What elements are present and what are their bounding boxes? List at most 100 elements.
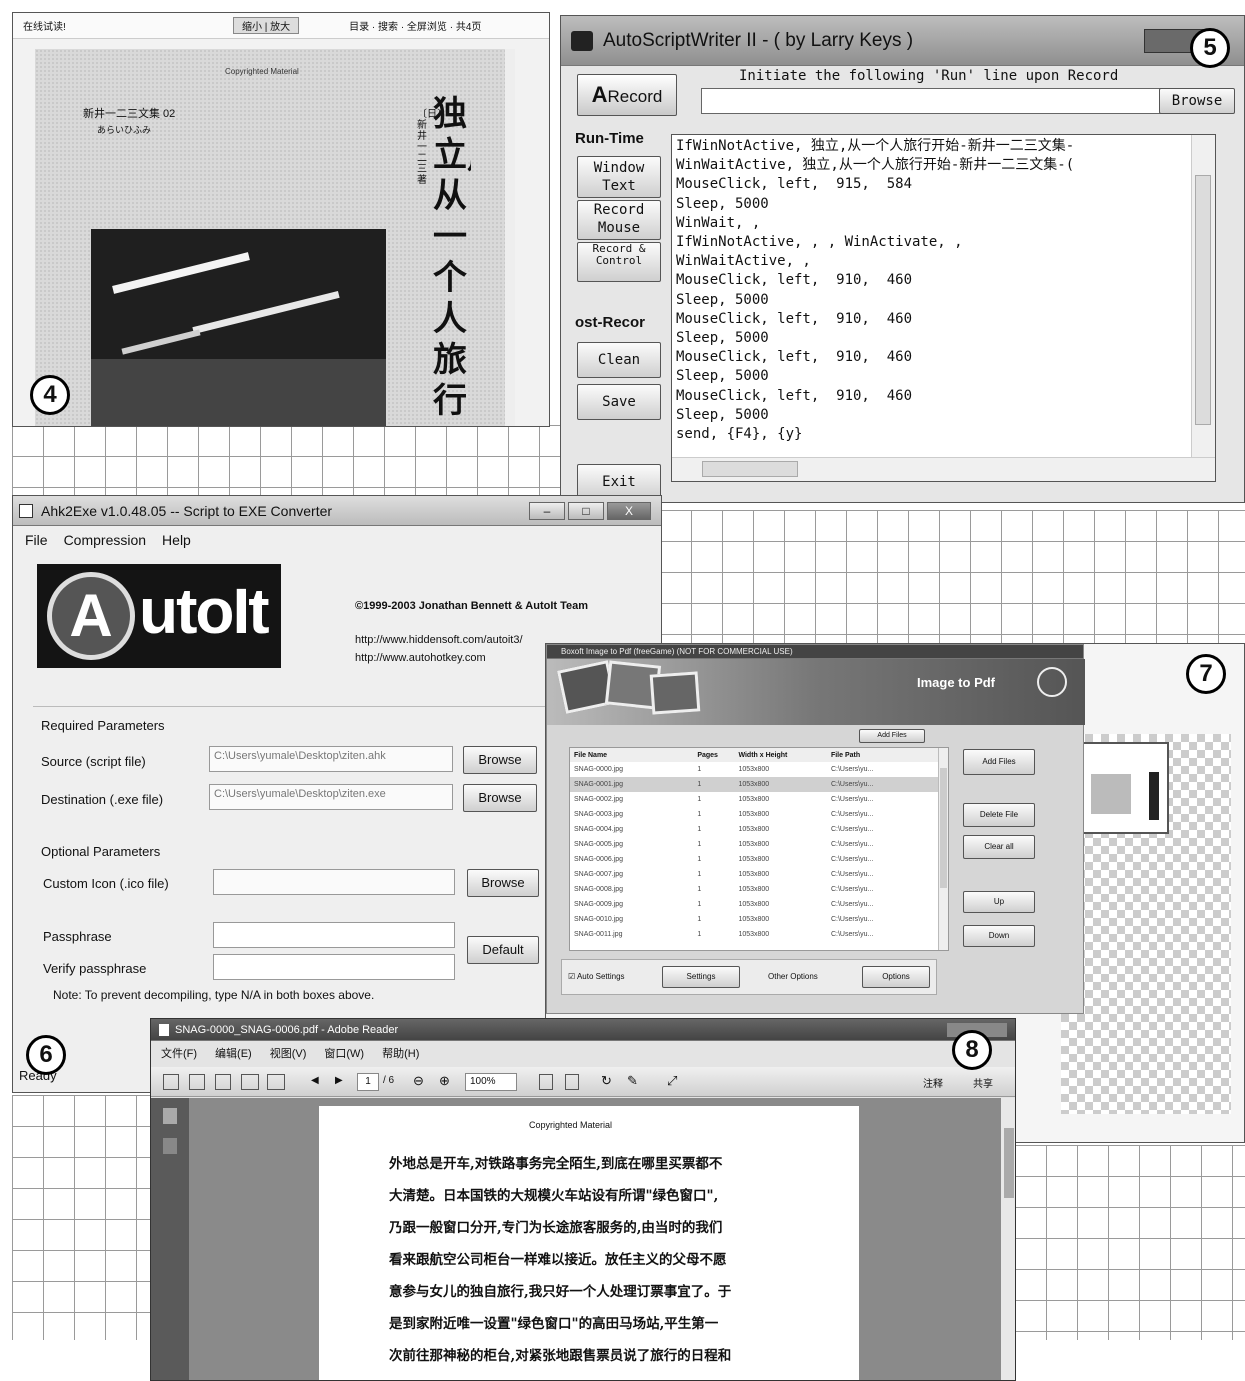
settings-button[interactable]: Settings [662,966,740,988]
book-reader-window: 在线试读! 缩小 | 放大 目录 · 搜索 · 全屏浏览 · 共4页 Copyr… [12,12,550,427]
file-list-scrollbar[interactable] [938,748,948,950]
reader-nav-links[interactable]: 目录 · 搜索 · 全屏浏览 · 共4页 [349,18,481,33]
table-row[interactable]: SNAG-0000.jpg 1 1053x800 C:\Users\yu... [570,762,940,777]
menu-file[interactable]: 文件(F) [161,1045,197,1061]
window-text-button[interactable]: Window Text [577,156,661,198]
auto-settings-checkbox[interactable]: ☑ Auto Settings [568,972,625,981]
pages-panel-icon[interactable] [163,1108,177,1124]
table-row[interactable]: SNAG-0001.jpg 1 1053x800 C:\Users\yu... [570,777,940,792]
column-header[interactable]: Pages [693,748,734,762]
add-files-button[interactable]: Add Files [963,749,1035,775]
prev-page-icon[interactable]: ◀ [311,1075,319,1086]
script-editor[interactable]: IfWinNotActive, 独立,从一个人旅行开始-新井一二三文集- WinW… [671,134,1216,482]
record-mouse-button[interactable]: Record Mouse [577,200,661,240]
column-header[interactable]: File Name [570,748,693,762]
zoom-controls[interactable]: 缩小 | 放大 [233,17,300,34]
hscroll-thumb[interactable] [702,461,798,477]
reader-titlebar[interactable]: SNAG-0000_SNAG-0006.pdf - Adobe Reader [151,1019,1015,1041]
menu-window[interactable]: 窗口(W) [324,1045,364,1061]
menu-file[interactable]: File [25,532,48,548]
clean-button[interactable]: Clean [577,342,661,378]
custom-icon-label: Custom Icon (.ico file) [43,876,169,891]
file-list[interactable]: File Name Pages Width x Height File Path SN… [569,747,949,951]
scroll-thumb[interactable] [1195,175,1211,425]
link-hiddensoft[interactable]: http://www.hiddensoft.com/autoit3/ [355,634,523,646]
delete-file-button[interactable]: Delete File [963,803,1035,827]
table-cell: 1053x800 [738,796,770,803]
table-row[interactable]: SNAG-0009.jpg 1 1053x800 C:\Users\yu... [570,897,940,912]
fit-width-icon[interactable] [565,1074,579,1090]
document-scroll-thumb[interactable] [1004,1128,1014,1198]
down-button[interactable]: Down [963,925,1035,947]
script-line: MouseClick, left, 910, 460 [676,272,913,289]
next-page-icon[interactable]: ▶ [335,1075,343,1086]
table-row[interactable]: SNAG-0004.jpg 1 1053x800 C:\Users\yu... [570,822,940,837]
menu-help[interactable]: Help [162,532,191,548]
source-field[interactable]: C:\Users\yumale\Desktop\ziten.ahk [209,746,453,772]
open-icon[interactable] [189,1074,205,1090]
destination-browse-button[interactable]: Browse [463,784,537,812]
menu-help[interactable]: 帮助(H) [382,1045,419,1061]
record-button[interactable]: ARecord [577,74,677,116]
image-pdf-titlebar[interactable]: Boxoft Image to Pdf (freeGame) (NOT FOR … [547,645,1083,659]
save-icon[interactable] [215,1074,231,1090]
clear-all-button[interactable]: Clear all [963,835,1035,859]
side-nav-bar[interactable] [505,49,515,426]
column-header[interactable]: Width x Height [734,748,827,762]
vertical-scrollbar[interactable] [1191,135,1215,457]
page-number-input[interactable]: 1 [357,1073,379,1091]
verify-passphrase-field[interactable] [213,954,455,980]
zoom-out-icon[interactable]: ⊖ [413,1073,424,1089]
menu-bar: File Compression Help [13,528,191,552]
zoom-select[interactable]: 100% [465,1073,517,1091]
create-icon[interactable] [163,1074,179,1090]
email-icon[interactable] [267,1074,285,1090]
comment-icon[interactable]: ✎ [627,1073,638,1089]
browse-button[interactable]: Browse [1159,88,1235,114]
print-icon[interactable] [241,1074,259,1090]
menu-edit[interactable]: 编辑(E) [215,1045,252,1061]
table-row[interactable]: SNAG-0010.jpg 1 1053x800 C:\Users\yu... [570,912,940,927]
maximize-icon[interactable]: □ [568,501,604,520]
page-thumbnail[interactable] [1069,742,1169,834]
table-row[interactable]: SNAG-0003.jpg 1 1053x800 C:\Users\yu... [570,807,940,822]
minimize-icon[interactable]: – [529,501,565,520]
menu-compression[interactable]: Compression [64,532,146,548]
optional-params-heading: Optional Parameters [41,844,161,859]
asw-titlebar[interactable]: AutoScriptWriter II - ( by Larry Keys ) [561,16,1244,66]
custom-icon-field[interactable] [213,869,455,895]
save-button[interactable]: Save [577,384,661,420]
rotate-icon[interactable]: ↻ [601,1073,612,1089]
link-autohotkey[interactable]: http://www.autohotkey.com [355,652,486,664]
close-icon[interactable]: X [607,501,651,520]
source-browse-button[interactable]: Browse [463,746,537,774]
default-button[interactable]: Default [467,936,539,964]
record-control-button[interactable]: Record & Control [577,242,661,282]
table-row[interactable]: SNAG-0008.jpg 1 1053x800 C:\Users\yu... [570,882,940,897]
icon-browse-button[interactable]: Browse [467,869,539,897]
destination-field[interactable]: C:\Users\yumale\Desktop\ziten.exe [209,784,453,810]
horizontal-scrollbar[interactable] [672,457,1215,481]
fit-page-icon[interactable] [539,1074,553,1090]
table-row[interactable]: SNAG-0006.jpg 1 1053x800 C:\Users\yu... [570,852,940,867]
add-files-top-button[interactable]: Add Files [859,729,925,743]
attachments-icon[interactable] [163,1138,177,1154]
zoom-in-icon[interactable]: ⊕ [439,1073,450,1089]
table-row[interactable]: SNAG-0011.jpg 1 1053x800 C:\Users\yu... [570,927,940,942]
document-scrollbar[interactable] [1001,1098,1015,1380]
ahk2exe-titlebar[interactable]: Ahk2Exe v1.0.48.05 -- Script to EXE Conv… [13,496,661,526]
column-header[interactable]: File Path [827,748,940,762]
table-cell: SNAG-0007.jpg [574,871,624,878]
passphrase-field[interactable] [213,922,455,948]
expand-icon[interactable]: ⤢ [667,1073,677,1089]
table-row[interactable]: SNAG-0002.jpg 1 1053x800 C:\Users\yu... [570,792,940,807]
share-tab[interactable]: 共享 [973,1075,993,1090]
file-list-scroll-thumb[interactable] [940,768,947,888]
table-row[interactable]: SNAG-0007.jpg 1 1053x800 C:\Users\yu... [570,867,940,882]
menu-view[interactable]: 视图(V) [270,1045,307,1061]
table-row[interactable]: SNAG-0005.jpg 1 1053x800 C:\Users\yu... [570,837,940,852]
options-button[interactable]: Options [862,966,930,988]
up-button[interactable]: Up [963,891,1035,913]
tools-tab[interactable]: 注释 [923,1075,943,1090]
run-line-input[interactable] [701,88,1161,114]
